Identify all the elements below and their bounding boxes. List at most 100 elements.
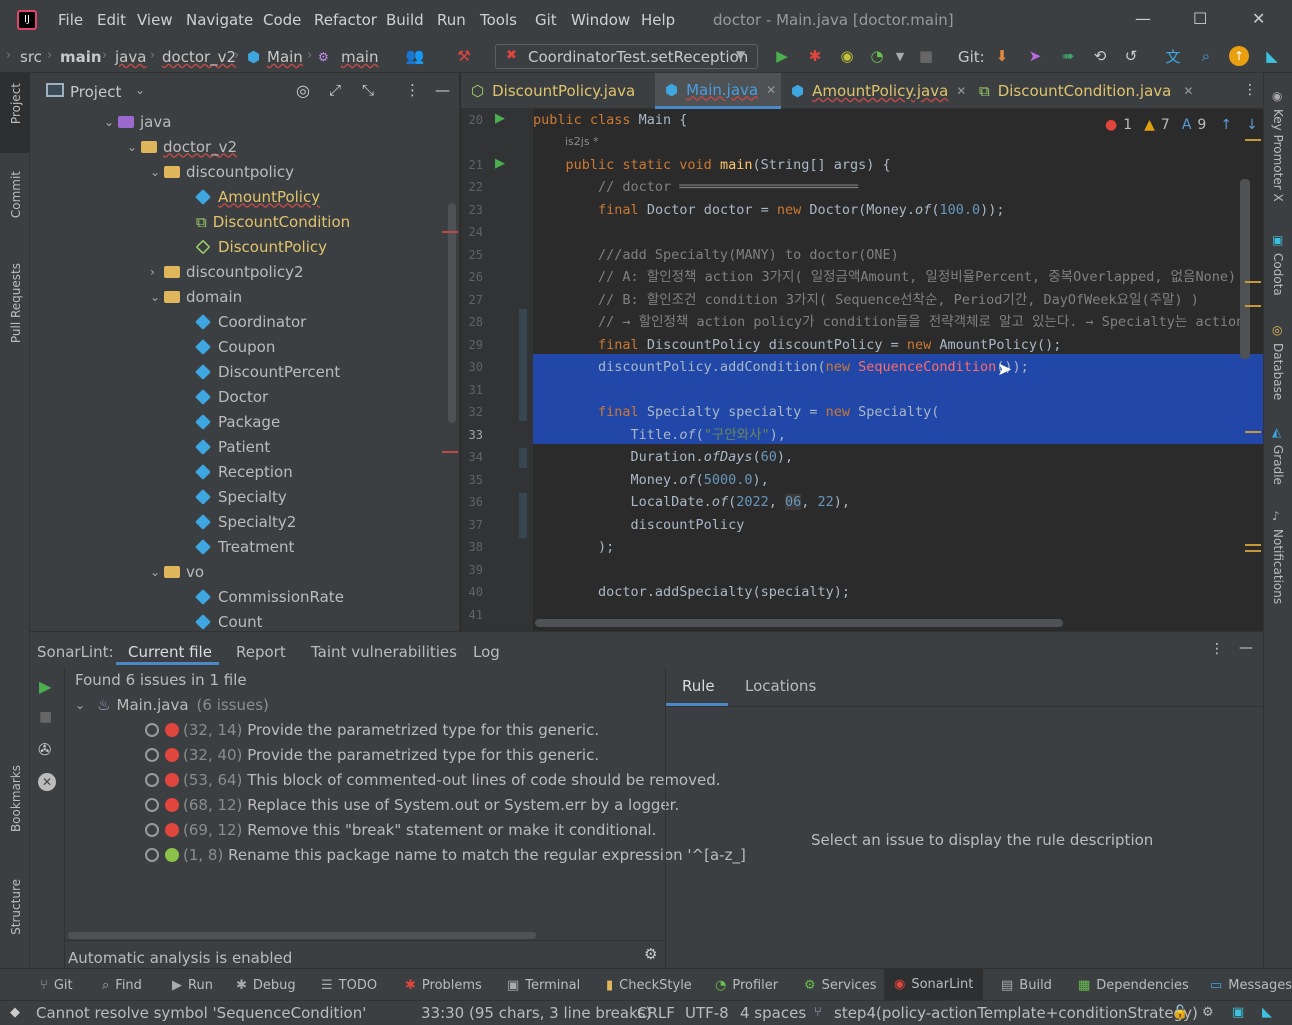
tool-terminal[interactable]: ▣ Terminal xyxy=(507,978,580,993)
project-view-title[interactable]: Project xyxy=(70,83,121,101)
tree-item-specialty2[interactable]: Specialty2 xyxy=(195,509,296,534)
menu-edit[interactable]: Edit xyxy=(97,11,126,29)
tool-build[interactable]: ▤ Build xyxy=(1001,978,1052,993)
options-menu-icon[interactable]: ⋮ xyxy=(1210,641,1224,657)
tool-tab-gradle[interactable]: Gradle xyxy=(1271,445,1285,485)
translate-icon[interactable]: 文 xyxy=(1163,46,1183,66)
tree-item-patient[interactable]: Patient xyxy=(195,434,270,459)
tree-item-vo[interactable]: ⌄ vo xyxy=(150,559,204,584)
git-update-icon[interactable]: ⬇ xyxy=(992,46,1012,66)
tree-item-coupon[interactable]: Coupon xyxy=(195,334,275,359)
code-editor[interactable]: public class Main { is2js * public stati… xyxy=(533,109,1263,631)
tree-item-reception[interactable]: Reception xyxy=(195,459,293,484)
issue-row[interactable]: (53, 64) This block of commented-out lin… xyxy=(145,771,721,789)
indent-setting[interactable]: 4 spaces xyxy=(740,1004,806,1022)
users-icon[interactable]: 👥 xyxy=(405,46,425,66)
tree-item-discountpercent[interactable]: DiscountPercent xyxy=(195,359,340,384)
tree-item-doctor-v2[interactable]: ⌄ doctor_v2 xyxy=(127,134,237,159)
tree-item-treatment[interactable]: Treatment xyxy=(195,534,294,559)
tool-tab-notifications[interactable]: Notifications xyxy=(1271,529,1285,604)
tool-services[interactable]: ⚙ Services xyxy=(804,978,876,993)
menu-code[interactable]: Code xyxy=(263,11,301,29)
caret-position[interactable]: 33:30 (95 chars, 3 line breaks) xyxy=(421,1004,651,1022)
next-issue-icon[interactable]: ↓ xyxy=(1246,117,1258,133)
tab-report[interactable]: Report xyxy=(236,643,286,661)
tool-todo[interactable]: ☰ TODO xyxy=(321,978,377,993)
tree-item-discountpolicy2[interactable]: › discountpolicy2 xyxy=(150,259,304,284)
tree-item-discountpolicy-class[interactable]: DiscountPolicy xyxy=(195,234,327,259)
auto-analysis-settings-icon[interactable]: ⚙ xyxy=(644,945,657,963)
breadcrumb-class[interactable]: Main xyxy=(267,48,303,66)
tool-tab-structure[interactable]: Structure xyxy=(9,879,23,935)
menu-run[interactable]: Run xyxy=(437,11,466,29)
menu-help[interactable]: Help xyxy=(641,11,675,29)
breadcrumb-main[interactable]: main xyxy=(60,48,102,66)
stop-icon[interactable]: ■ xyxy=(39,709,52,725)
tool-tab-commit[interactable]: Commit xyxy=(9,171,23,218)
tool-messages[interactable]: ▭ Messages xyxy=(1210,978,1292,993)
chevron-down-icon[interactable]: ⌄ xyxy=(135,83,145,97)
menu-tools[interactable]: Tools xyxy=(480,11,517,29)
coverage-icon[interactable]: ◉ xyxy=(837,46,857,66)
run-configuration-selector[interactable]: ✖ CoordinatorTest.setReception ▼ xyxy=(495,44,758,69)
breadcrumb-method[interactable]: main xyxy=(341,48,378,66)
minimize-icon[interactable]: — xyxy=(1135,9,1151,28)
maximize-icon[interactable]: ☐ xyxy=(1193,9,1207,28)
file-encoding[interactable]: UTF-8 xyxy=(685,1004,729,1022)
collapse-all-icon[interactable]: ⤡ xyxy=(362,81,374,99)
ide-update-icon[interactable]: ↑ xyxy=(1229,46,1249,66)
editor-vertical-scrollbar[interactable] xyxy=(1240,179,1250,359)
rollback-icon[interactable]: ↺ xyxy=(1121,46,1141,66)
run-gutter-icon[interactable]: ▶ xyxy=(495,111,505,126)
tab-discountcondition[interactable]: ⧉ DiscountCondition.java ✕ xyxy=(979,73,1193,109)
project-scrollbar[interactable] xyxy=(448,203,456,423)
menu-file[interactable]: File xyxy=(58,11,83,29)
options-menu-icon[interactable]: ⋮ xyxy=(405,81,420,99)
author-hint[interactable]: is2js * xyxy=(565,135,599,148)
codota-status-icon[interactable]: ▣ xyxy=(1232,1005,1244,1020)
tree-item-java[interactable]: ⌄ java xyxy=(104,109,171,134)
git-branch[interactable]: step4(policy-actionTemplate+conditionStr… xyxy=(834,1004,1198,1022)
tree-item-package[interactable]: Package xyxy=(195,409,280,434)
history-icon[interactable]: ⟲ xyxy=(1090,46,1110,66)
hide-panel-icon[interactable]: — xyxy=(1239,640,1253,656)
locate-file-icon[interactable]: ◎ xyxy=(296,81,310,100)
line-separator[interactable]: CRLF xyxy=(637,1004,675,1022)
tab-log[interactable]: Log xyxy=(473,643,500,661)
close-tab-icon[interactable]: ✕ xyxy=(766,83,776,97)
debug-icon[interactable]: ✱ xyxy=(805,46,825,66)
menu-build[interactable]: Build xyxy=(386,11,424,29)
tool-run[interactable]: ▶ Run xyxy=(172,978,213,993)
tool-find[interactable]: ⌕ Find xyxy=(102,978,142,993)
chevron-down-icon[interactable]: ▼ xyxy=(890,46,910,66)
breadcrumb-java[interactable]: java xyxy=(115,48,146,66)
tab-discountpolicy[interactable]: ⬡ DiscountPolicy.java xyxy=(471,73,656,109)
tab-locations[interactable]: Locations xyxy=(745,677,816,695)
build-hammer-icon[interactable]: ⚒ xyxy=(454,46,474,66)
menu-refactor[interactable]: Refactor xyxy=(314,11,377,29)
run-gutter-icon[interactable]: ▶ xyxy=(495,156,505,171)
issue-row[interactable]: (69, 12) Remove this "break" statement o… xyxy=(145,821,656,839)
sonarlint-status-icon[interactable]: ⚙ xyxy=(1202,1005,1214,1020)
breadcrumb-src[interactable]: src xyxy=(20,48,42,66)
tool-debug[interactable]: ✱ Debug xyxy=(236,978,296,993)
tool-sonarlint[interactable]: ◉ SonarLint xyxy=(884,969,984,1000)
status-message[interactable]: Cannot resolve symbol 'SequenceCondition… xyxy=(36,1004,366,1022)
settings-icon[interactable]: ✇ xyxy=(38,740,51,759)
tree-item-commissionrate[interactable]: CommissionRate xyxy=(195,584,344,609)
hide-panel-icon[interactable]: — xyxy=(435,81,450,99)
tabs-options-icon[interactable]: ⋮ xyxy=(1243,82,1257,98)
previous-issue-icon[interactable]: ↑ xyxy=(1220,117,1232,133)
close-tab-icon[interactable]: ✕ xyxy=(1183,84,1193,98)
tool-profiler[interactable]: ◔ Profiler xyxy=(715,978,778,993)
stop-icon[interactable]: ■ xyxy=(916,46,936,66)
issue-row[interactable]: (32, 14) Provide the parametrized type f… xyxy=(145,721,599,739)
tool-tab-codota[interactable]: Codota xyxy=(1271,253,1285,296)
tool-tab-pull-requests[interactable]: Pull Requests xyxy=(9,263,23,343)
menu-window[interactable]: Window xyxy=(571,11,630,29)
lock-icon[interactable]: 🔓 xyxy=(1172,1005,1188,1020)
menu-git[interactable]: Git xyxy=(535,11,557,29)
codota-logo-icon[interactable]: ◣ xyxy=(1262,1005,1272,1020)
tree-item-discountcondition[interactable]: ⧉ DiscountCondition xyxy=(196,209,350,234)
clear-results-icon[interactable]: ✕ xyxy=(38,773,56,791)
